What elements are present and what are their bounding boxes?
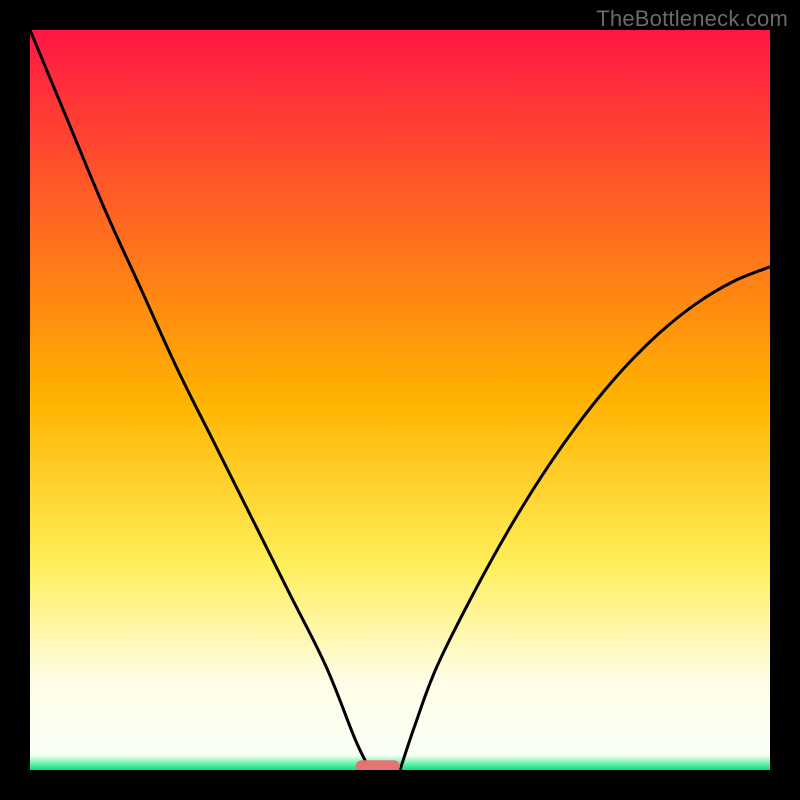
plot-area [30,30,770,770]
bottleneck-curve-chart [30,30,770,770]
gradient-background [30,30,770,770]
chart-container: TheBottleneck.com [0,0,800,800]
watermark-text: TheBottleneck.com [596,6,788,32]
min-region-marker [356,760,400,770]
